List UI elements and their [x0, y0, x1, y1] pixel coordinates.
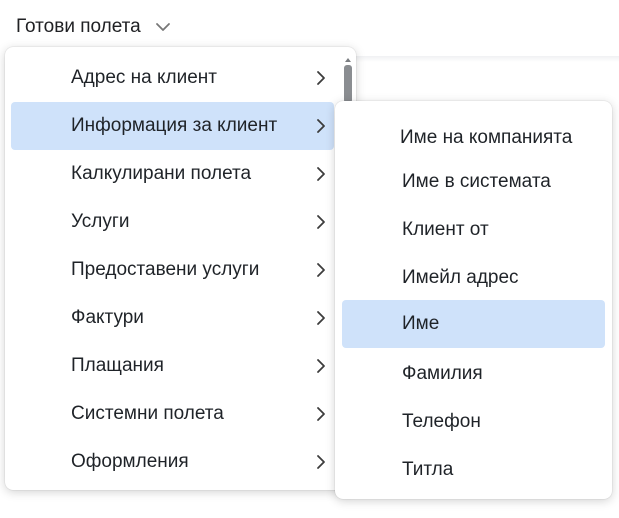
- menu-item-layouts[interactable]: Оформления: [11, 438, 334, 486]
- chevron-right-icon: [316, 118, 326, 134]
- chevron-right-icon: [316, 454, 326, 470]
- screen: Готови полета Адрес на клиент Информация…: [0, 0, 619, 518]
- submenu-item-system-name[interactable]: Име в системата: [342, 158, 605, 206]
- ready-fields-label: Готови полета: [16, 16, 141, 37]
- menu-item-services[interactable]: Услуги: [11, 198, 334, 246]
- menu-item-label: Предоставени услуги: [71, 259, 260, 280]
- menu-item-invoices[interactable]: Фактури: [11, 294, 334, 342]
- submenu-item-phone[interactable]: Телефон: [342, 398, 605, 446]
- submenu-item-company-name[interactable]: Име на компанията: [342, 114, 605, 162]
- triangle-up-icon[interactable]: [343, 51, 353, 62]
- submenu-item-first-name[interactable]: Име: [342, 300, 605, 348]
- chevron-right-icon: [316, 406, 326, 422]
- menu-item-calculated-fields[interactable]: Калкулирани полета: [11, 150, 334, 198]
- ready-fields-menu: Адрес на клиент Информация за клиент Кал…: [5, 47, 356, 490]
- menu-item-label: Плащания: [71, 355, 164, 376]
- submenu-item-client-since[interactable]: Клиент от: [342, 206, 605, 254]
- submenu-item-label: Име: [402, 313, 440, 334]
- chevron-down-icon: [155, 22, 171, 32]
- menu-item-label: Калкулирани полета: [71, 163, 252, 184]
- menu-item-payments[interactable]: Плащания: [11, 342, 334, 390]
- submenu-item-label: Име в системата: [402, 171, 551, 192]
- submenu-item-label: Титла: [402, 459, 454, 480]
- menu-item-client-address[interactable]: Адрес на клиент: [11, 54, 334, 102]
- menu-item-label: Оформления: [71, 451, 189, 472]
- submenu-item-email-address[interactable]: Имейл адрес: [342, 254, 605, 302]
- chevron-right-icon: [316, 70, 326, 86]
- menu-item-label: Услуги: [71, 211, 130, 232]
- menu-item-label: Фактури: [71, 307, 144, 328]
- menu-item-client-info[interactable]: Информация за клиент: [11, 102, 334, 150]
- client-info-submenu: Име на компанията Име в системата Клиент…: [335, 101, 612, 499]
- menu-scrollbar-thumb[interactable]: [344, 65, 352, 103]
- chevron-right-icon: [316, 214, 326, 230]
- submenu-item-last-name[interactable]: Фамилия: [342, 350, 605, 398]
- menu-item-label: Адрес на клиент: [71, 67, 217, 88]
- chevron-right-icon: [316, 262, 326, 278]
- submenu-item-label: Име на компанията: [400, 127, 573, 148]
- menu-item-label: Системни полета: [71, 403, 224, 424]
- ready-fields-dropdown[interactable]: Готови полета: [16, 12, 171, 42]
- chevron-right-icon: [316, 358, 326, 374]
- menu-item-system-fields[interactable]: Системни полета: [11, 390, 334, 438]
- toolbar-shadow: [356, 56, 619, 62]
- submenu-item-title[interactable]: Титла: [342, 446, 605, 494]
- chevron-right-icon: [316, 166, 326, 182]
- submenu-item-label: Телефон: [402, 411, 481, 432]
- menu-item-label: Информация за клиент: [71, 115, 278, 136]
- submenu-item-label: Имейл адрес: [402, 267, 519, 288]
- submenu-item-label: Клиент от: [402, 219, 489, 240]
- menu-item-provided-services[interactable]: Предоставени услуги: [11, 246, 334, 294]
- submenu-item-label: Фамилия: [402, 363, 483, 384]
- chevron-right-icon: [316, 310, 326, 326]
